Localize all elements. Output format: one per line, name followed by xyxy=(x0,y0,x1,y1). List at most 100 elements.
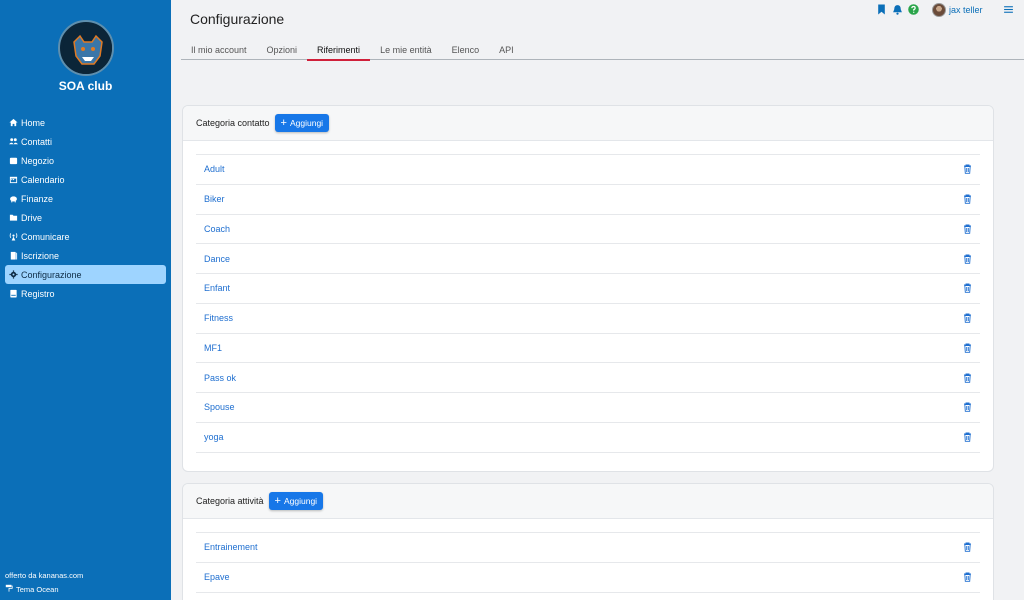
trash-icon[interactable] xyxy=(963,194,972,204)
sidebar-item-label: Contatti xyxy=(21,136,53,147)
paint-roller-icon xyxy=(5,584,13,594)
category-link[interactable]: Entrainement xyxy=(204,542,258,552)
section-title: Categoria contatto xyxy=(196,118,270,128)
tab-bar: Il mio account Opzioni Riferimenti Le mi… xyxy=(181,40,1024,61)
category-link[interactable]: Epave xyxy=(204,572,230,582)
add-button[interactable]: + Aggiungi xyxy=(274,114,330,132)
tab-il-mio-account[interactable]: Il mio account xyxy=(181,40,257,60)
avatar xyxy=(932,3,946,17)
bell-icon[interactable] xyxy=(892,4,903,15)
page-title: Configurazione xyxy=(190,11,285,27)
club-name: SOA club xyxy=(58,79,113,93)
theme-link[interactable]: Tema Ocean xyxy=(5,584,59,594)
sidebar-item-finanze[interactable]: Finanze xyxy=(5,189,166,208)
sidebar-item-registro[interactable]: Registro xyxy=(5,284,166,303)
sidebar-item-configurazione[interactable]: Configurazione xyxy=(5,265,166,284)
piggy-bank-icon xyxy=(8,193,19,204)
trash-icon[interactable] xyxy=(963,224,972,234)
sidebar-item-label: Finanze xyxy=(21,193,54,204)
add-button-label: Aggiungi xyxy=(289,118,324,128)
category-link[interactable]: Pass ok xyxy=(204,373,236,383)
plus-icon: + xyxy=(274,494,281,507)
hamburger-menu-icon[interactable] xyxy=(1003,4,1014,15)
category-link[interactable]: Enfant xyxy=(204,283,230,293)
tab-le-mie-entita[interactable]: Le mie entità xyxy=(370,40,442,60)
theme-label: Tema Ocean xyxy=(16,584,59,594)
category-link[interactable]: Dance xyxy=(204,254,230,264)
credit-text: offerto da kananas.com xyxy=(5,571,84,580)
sidebar-item-label: Configurazione xyxy=(21,269,82,280)
home-icon xyxy=(8,117,19,128)
sidebar-item-label: Comunicare xyxy=(21,231,70,242)
trash-icon[interactable] xyxy=(963,164,972,175)
drive-icon xyxy=(8,212,19,223)
sidebar-item-home[interactable]: Home xyxy=(5,113,166,132)
list-item: Coach xyxy=(196,215,980,245)
bookmark-icon[interactable] xyxy=(876,4,887,15)
list-item: Epave xyxy=(196,563,980,593)
sidebar-item-drive[interactable]: Drive xyxy=(5,208,166,227)
list-item: MF1 xyxy=(196,334,980,364)
trash-icon[interactable] xyxy=(963,283,972,294)
list-item: Adult xyxy=(196,155,980,185)
list-item: yoga xyxy=(196,423,980,453)
category-list: Adult Biker Coach Dance Enfant Fitness M… xyxy=(196,154,980,453)
list-item: Entrainement xyxy=(196,533,980,563)
category-link[interactable]: MF1 xyxy=(204,343,222,353)
book-icon xyxy=(8,288,19,299)
tab-api[interactable]: API xyxy=(489,40,524,60)
trash-icon[interactable] xyxy=(963,572,972,582)
registration-icon xyxy=(8,250,19,261)
trash-icon[interactable] xyxy=(963,254,972,264)
sidebar-item-iscrizione[interactable]: Iscrizione xyxy=(5,246,166,265)
tab-elenco[interactable]: Elenco xyxy=(442,40,490,60)
users-icon xyxy=(8,136,19,147)
trash-icon[interactable] xyxy=(963,343,972,353)
category-list: Entrainement Epave xyxy=(196,532,980,593)
sidebar-item-label: Registro xyxy=(21,288,55,299)
category-link[interactable]: Biker xyxy=(204,194,225,204)
trash-icon[interactable] xyxy=(963,373,972,383)
tab-riferimenti[interactable]: Riferimenti xyxy=(307,40,371,61)
section-title: Categoria attività xyxy=(196,496,264,506)
category-link[interactable]: Adult xyxy=(204,164,225,174)
sidebar-item-contatti[interactable]: Contatti xyxy=(5,132,166,151)
sidebar-item-label: Drive xyxy=(21,212,43,223)
category-link[interactable]: yoga xyxy=(204,432,224,442)
list-item: Pass ok xyxy=(196,363,980,393)
trash-icon[interactable] xyxy=(963,313,972,323)
add-button[interactable]: + Aggiungi xyxy=(268,492,324,510)
list-item: Spouse xyxy=(196,393,980,423)
sidebar-item-comunicare[interactable]: Comunicare xyxy=(5,227,166,246)
broadcast-icon xyxy=(8,231,19,242)
user-menu[interactable]: jax teller xyxy=(932,3,983,17)
add-button-label: Aggiungi xyxy=(283,496,318,506)
section-card-categoria-attivita: Categoria attività + Aggiungi Entrainemen… xyxy=(182,483,994,600)
sidebar-item-label: Negozio xyxy=(21,155,55,166)
trash-icon[interactable] xyxy=(963,542,972,553)
list-item: Enfant xyxy=(196,274,980,304)
plus-icon: + xyxy=(280,116,287,129)
calendar-icon xyxy=(8,174,19,185)
list-item: Fitness xyxy=(196,304,980,334)
help-icon[interactable] xyxy=(908,4,919,15)
sidebar-item-negozio[interactable]: Negozio xyxy=(5,151,166,170)
category-link[interactable]: Fitness xyxy=(204,313,233,323)
trash-icon[interactable] xyxy=(963,432,972,442)
section-header: Categoria contatto + Aggiungi xyxy=(183,106,993,141)
sidebar-item-label: Iscrizione xyxy=(21,250,60,261)
trash-icon[interactable] xyxy=(963,402,972,413)
tab-opzioni[interactable]: Opzioni xyxy=(257,40,308,60)
user-name: jax teller xyxy=(949,5,983,15)
section-card-categoria-contatto: Categoria contatto + Aggiungi Adult Biker… xyxy=(182,105,994,472)
shop-icon xyxy=(8,155,19,166)
list-item: Biker xyxy=(196,185,980,215)
sidebar-nav: Home Contatti Negozio Calendario Finanze… xyxy=(5,113,166,303)
category-link[interactable]: Coach xyxy=(204,224,230,234)
sidebar-item-calendario[interactable]: Calendario xyxy=(5,170,166,189)
sidebar-item-label: Home xyxy=(21,117,46,128)
category-link[interactable]: Spouse xyxy=(204,402,235,412)
gear-icon xyxy=(8,269,19,280)
section-header: Categoria attività + Aggiungi xyxy=(183,484,993,519)
sidebar: SOA club Home Contatti Negozio Calendari… xyxy=(0,0,171,600)
